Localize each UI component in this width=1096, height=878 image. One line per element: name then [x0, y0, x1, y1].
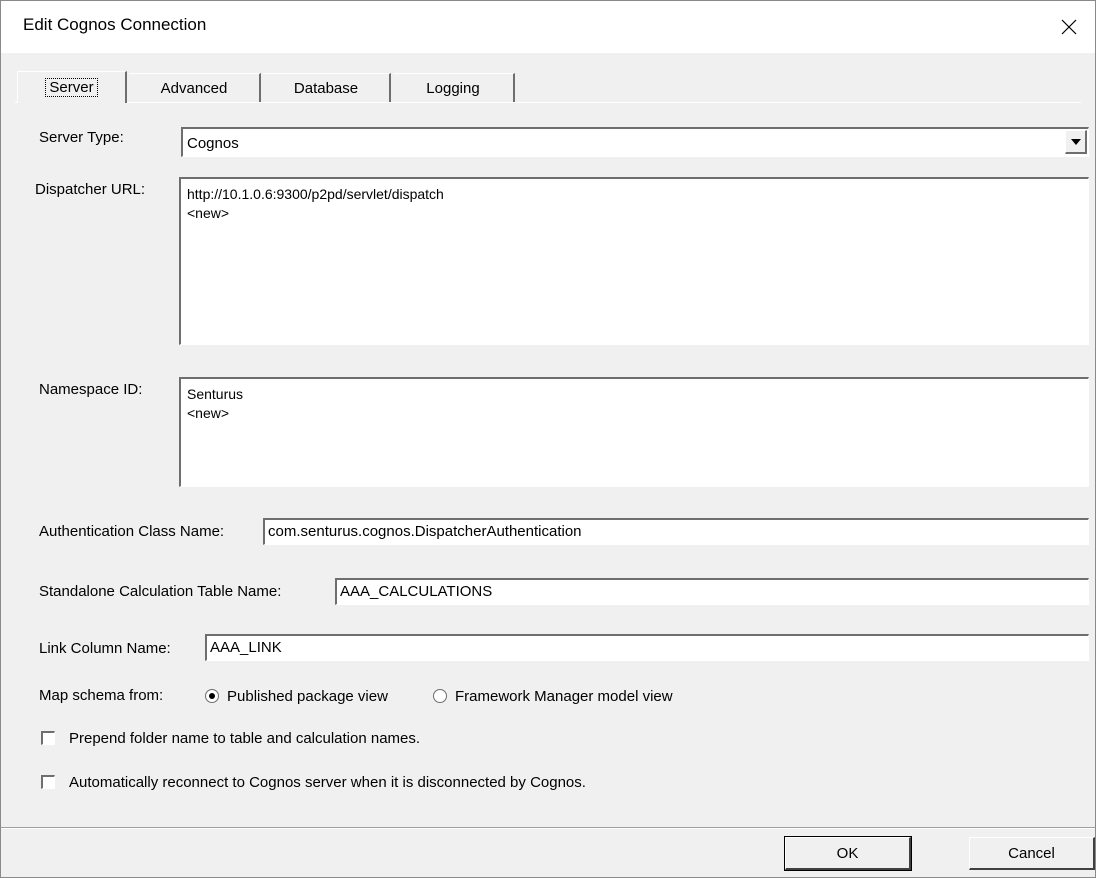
framework-manager-radio[interactable]: [433, 689, 447, 703]
list-item[interactable]: <new>: [187, 404, 1082, 423]
ok-button[interactable]: OK: [784, 836, 912, 871]
dispatcher-url-label: Dispatcher URL:: [35, 181, 146, 198]
tab-advanced[interactable]: Advanced: [129, 73, 261, 103]
chevron-down-icon: [1070, 138, 1081, 145]
prepend-folder-label[interactable]: Prepend folder name to table and calcula…: [69, 730, 420, 747]
dispatcher-url-list[interactable]: http://10.1.0.6:9300/p2pd/servlet/dispat…: [179, 177, 1089, 345]
tab-panel-border: [15, 102, 1081, 103]
tab-logging-label: Logging: [426, 80, 480, 97]
calc-table-input[interactable]: AAA_CALCULATIONS: [335, 578, 1089, 605]
auth-class-input[interactable]: com.senturus.cognos.DispatcherAuthentica…: [263, 518, 1089, 545]
namespace-id-list[interactable]: Senturus <new>: [179, 377, 1089, 487]
tab-database-label: Database: [293, 80, 359, 97]
server-type-value: Cognos: [187, 135, 239, 152]
server-type-label: Server Type:: [39, 129, 124, 146]
published-package-label[interactable]: Published package view: [227, 688, 388, 705]
close-icon: [1061, 19, 1077, 35]
auto-reconnect-label[interactable]: Automatically reconnect to Cognos server…: [69, 774, 586, 791]
edit-cognos-connection-dialog: Edit Cognos Connection Server Advanced D…: [0, 0, 1096, 878]
namespace-id-label: Namespace ID:: [39, 381, 143, 398]
auth-class-label: Authentication Class Name:: [39, 523, 225, 540]
radio-selected-dot: [209, 693, 215, 699]
calc-table-label: Standalone Calculation Table Name:: [39, 583, 282, 600]
tab-database[interactable]: Database: [263, 73, 391, 103]
tab-advanced-label: Advanced: [160, 80, 228, 97]
footer-separator-highlight: [1, 828, 1095, 829]
list-item[interactable]: http://10.1.0.6:9300/p2pd/servlet/dispat…: [187, 185, 1082, 204]
link-column-input[interactable]: AAA_LINK: [205, 634, 1089, 661]
prepend-folder-checkbox[interactable]: [41, 731, 55, 745]
cancel-button[interactable]: Cancel: [969, 837, 1095, 870]
tab-server-label: Server: [45, 78, 98, 97]
server-type-dropdown-button[interactable]: [1065, 130, 1087, 154]
auto-reconnect-checkbox[interactable]: [41, 775, 55, 789]
map-schema-label: Map schema from:: [39, 687, 164, 704]
list-item[interactable]: <new>: [187, 204, 1082, 223]
close-button[interactable]: [1049, 7, 1089, 47]
tab-logging[interactable]: Logging: [393, 73, 515, 103]
title-bar: Edit Cognos Connection: [1, 1, 1095, 53]
link-column-label: Link Column Name:: [39, 640, 171, 657]
server-type-select[interactable]: Cognos: [181, 127, 1089, 157]
tab-server[interactable]: Server: [17, 71, 127, 103]
published-package-radio[interactable]: [205, 689, 219, 703]
list-item[interactable]: Senturus: [187, 385, 1082, 404]
framework-manager-label[interactable]: Framework Manager model view: [455, 688, 673, 705]
window-title: Edit Cognos Connection: [23, 15, 207, 34]
